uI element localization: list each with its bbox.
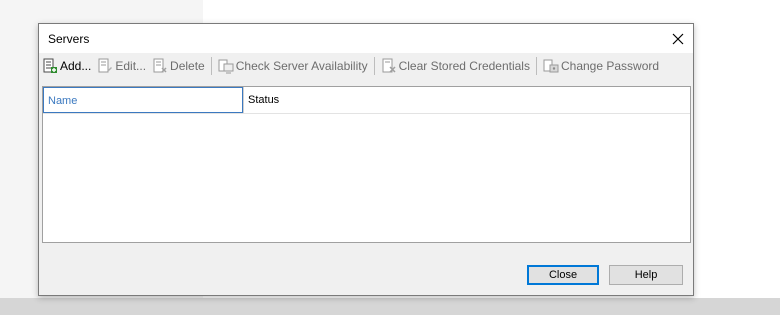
servers-dialog: Servers Add... Edit... Delete Check Serv… [38, 23, 694, 296]
check-server-availability-label: Check Server Availability [235, 59, 368, 73]
change-password-label: Change Password [560, 59, 660, 73]
grid-header: Name Status [43, 87, 690, 114]
help-button[interactable]: Help [609, 265, 683, 285]
server-check-icon [218, 58, 234, 74]
toolbar-separator [210, 57, 212, 75]
toolbar: Add... Edit... Delete Check Server Avail… [39, 54, 693, 78]
close-button[interactable]: Close [527, 265, 599, 285]
check-server-availability-button[interactable]: Check Server Availability [215, 55, 371, 77]
add-button-label: Add... [60, 59, 92, 73]
title-bar: Servers [39, 24, 693, 53]
delete-button[interactable]: Delete [149, 55, 208, 77]
edit-button-label: Edit... [115, 59, 147, 73]
background-bottom-bar [0, 298, 780, 315]
clear-stored-credentials-label: Clear Stored Credentials [398, 59, 530, 73]
change-password-button[interactable]: Change Password [540, 55, 662, 77]
change-password-icon [543, 58, 559, 74]
toolbar-separator [373, 57, 375, 75]
toolbar-separator [535, 57, 537, 75]
clear-credentials-icon [381, 58, 397, 74]
servers-grid[interactable]: Name Status [42, 86, 691, 243]
add-server-icon [42, 58, 58, 74]
clear-stored-credentials-button[interactable]: Clear Stored Credentials [378, 55, 533, 77]
close-icon[interactable] [663, 24, 693, 53]
column-header-status[interactable]: Status [243, 87, 690, 113]
edit-icon [97, 58, 113, 74]
delete-icon [152, 58, 168, 74]
column-header-name[interactable]: Name [43, 87, 243, 113]
delete-button-label: Delete [170, 59, 205, 73]
add-button[interactable]: Add... [39, 55, 94, 77]
dialog-title: Servers [48, 32, 90, 46]
edit-button[interactable]: Edit... [94, 55, 149, 77]
